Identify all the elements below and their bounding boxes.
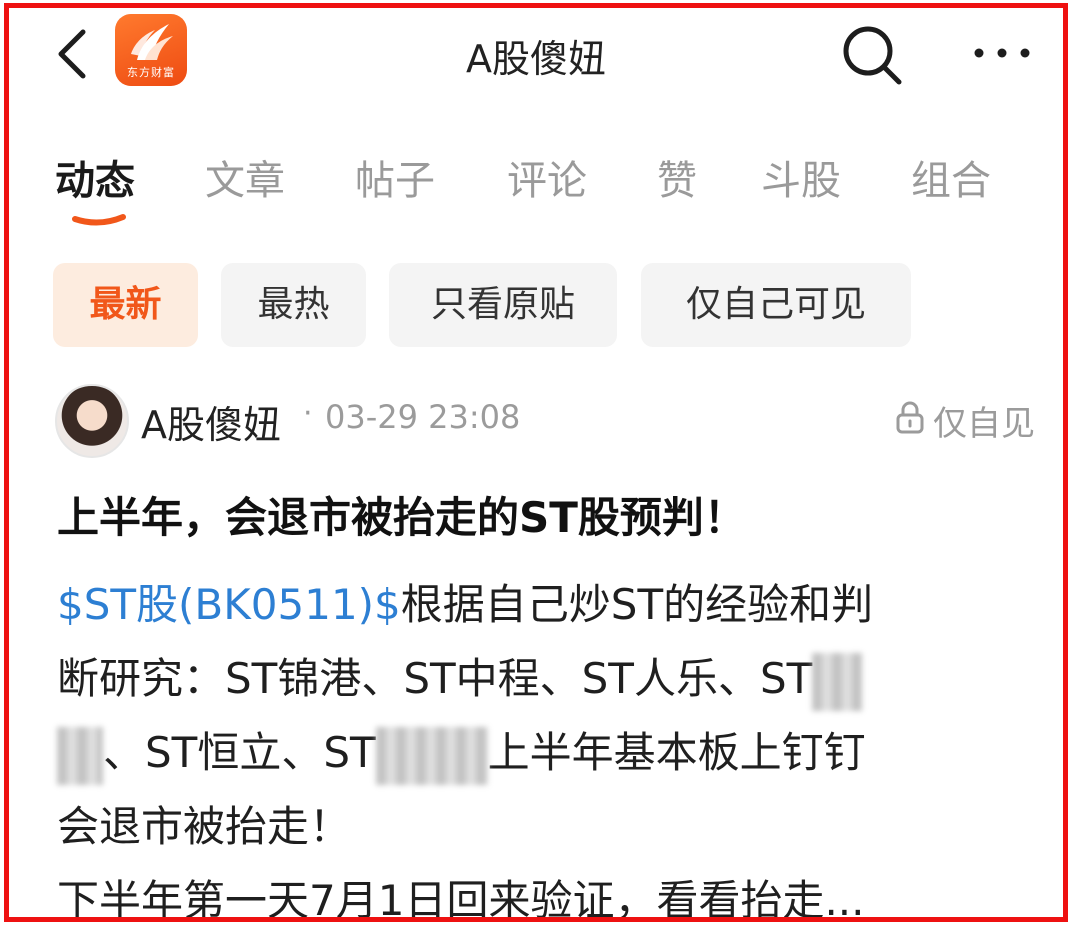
tab-dougu[interactable]: 斗股 [761,148,841,206]
filter-latest[interactable]: 最新 [53,263,198,347]
tab-zan[interactable]: 赞 [657,148,697,206]
post-body-line: $ST股(BK0511)$根据自己炒ST的经验和判 [57,568,1037,642]
stock-link[interactable]: $ST股(BK0511)$ [57,580,401,629]
tab-dongtai[interactable]: 动态 [55,148,135,206]
active-tab-indicator [72,214,126,226]
tab-wenzhang[interactable]: 文章 [205,148,285,206]
filter-only-me[interactable]: 仅自己可见 [641,263,911,347]
search-icon[interactable] [839,22,905,88]
author-name[interactable]: A股傻妞 [141,394,281,449]
post-text: 下半年第一天7月1日回来验证，看看抬走... [57,876,865,922]
post-body-line: 、ST恒立、ST 上半年基本板上钉钉 [57,716,1037,790]
filter-original-posts[interactable]: 只看原贴 [389,263,617,347]
visibility-label: 仅自见 [933,404,1035,444]
post-body-line: 下半年第一天7月1日回来验证，看看抬走... [57,864,1037,922]
filter-hottest[interactable]: 最热 [221,263,366,347]
post-text: 上半年基本板上钉钉 [487,728,866,777]
post-text: 根据自己炒ST的经验和判 [400,580,874,629]
avatar[interactable] [55,384,129,458]
redacted-blur [812,652,863,711]
post-text: 会退市被抬走！ [57,802,352,851]
post-body-line: 断研究：ST锦港、ST中程、ST人乐、ST [57,642,1037,716]
redacted-blur [57,726,103,785]
post-title[interactable]: 上半年，会退市被抬走的ST股预判！ [57,484,746,545]
screenshot-frame: 东方财富 A股傻妞 动态 文章 帖子 评论 赞 斗股 组合 最新 最热 只看原贴… [4,3,1068,922]
post-body-line: 会退市被抬走！ [57,790,1037,864]
tab-zuhe[interactable]: 组合 [911,148,991,206]
post-text: 、ST恒立、ST [103,728,376,777]
post-text: 断研究：ST锦港、ST中程、ST人乐、ST [57,654,813,703]
post-body[interactable]: $ST股(BK0511)$根据自己炒ST的经验和判 断研究：ST锦港、ST中程、… [57,568,1037,922]
more-options-icon[interactable] [971,38,1033,68]
lock-icon [896,401,924,434]
redacted-blur [375,726,488,785]
post-timestamp: 03-29 23:08 [325,398,521,436]
meta-separator: · [303,396,313,431]
tab-tiezi[interactable]: 帖子 [355,148,435,206]
tab-pinglun[interactable]: 评论 [507,148,587,206]
